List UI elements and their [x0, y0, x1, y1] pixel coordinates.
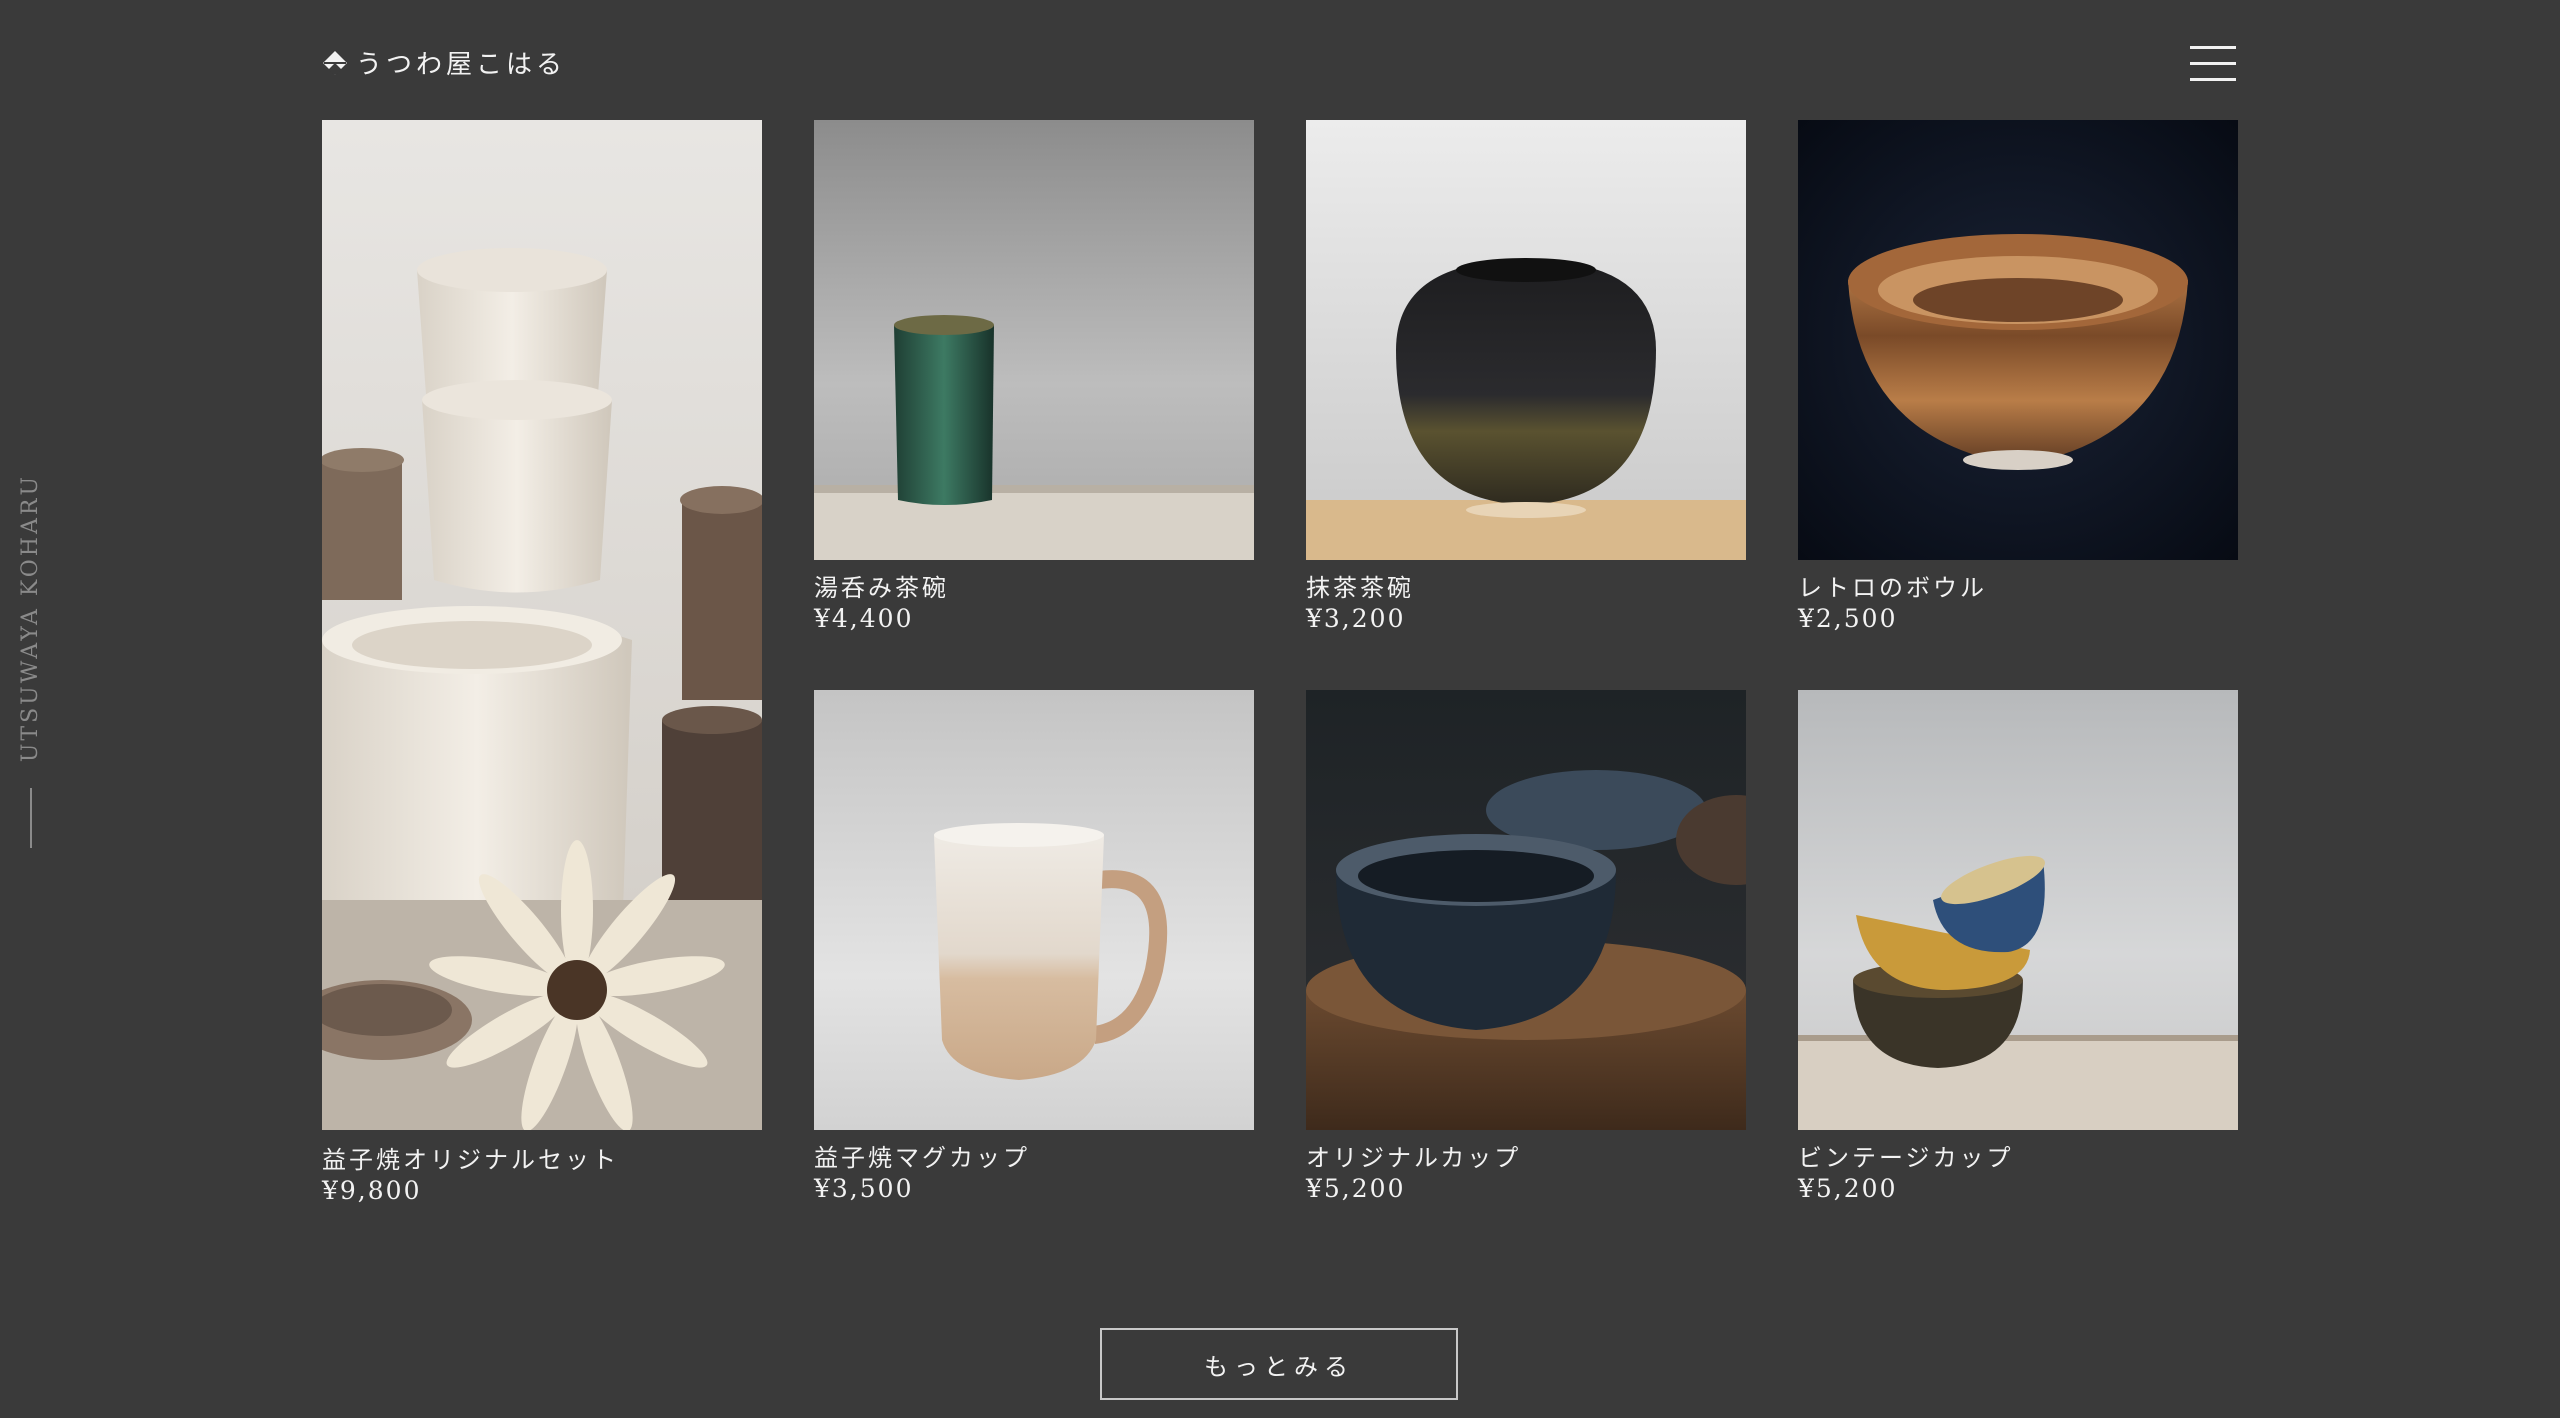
side-brand-text: UTSUWAYA KOHARU	[17, 473, 43, 763]
product-image[interactable]	[814, 690, 1254, 1130]
menu-line	[2190, 46, 2236, 49]
side-divider-line	[30, 788, 32, 848]
menu-line	[2190, 62, 2236, 65]
product-price: ¥9,800	[322, 1176, 422, 1205]
diamond-logo-icon	[320, 48, 350, 78]
product-price: ¥4,400	[814, 604, 914, 633]
product-price: ¥5,200	[1798, 1174, 1898, 1203]
product-price: ¥3,500	[814, 1174, 914, 1203]
product-price: ¥2,500	[1798, 604, 1898, 633]
product-card[interactable]: 益子焼オリジナルセット ¥9,800	[322, 120, 762, 1210]
product-card[interactable]: 湯呑み茶碗 ¥4,400	[814, 120, 1254, 640]
product-name[interactable]: 益子焼オリジナルセット	[322, 1140, 619, 1175]
product-image[interactable]	[1306, 690, 1746, 1130]
product-image[interactable]	[1798, 120, 2238, 560]
product-name[interactable]: ビンテージカップ	[1798, 1138, 2014, 1173]
logo-text: うつわ屋こはる	[356, 50, 567, 80]
product-image[interactable]	[1306, 120, 1746, 560]
hamburger-menu-button[interactable]	[2190, 44, 2238, 82]
product-name[interactable]: レトロのボウル	[1798, 568, 1987, 603]
product-image[interactable]	[322, 120, 762, 1130]
product-card[interactable]: オリジナルカップ ¥5,200	[1306, 690, 1746, 1210]
product-image[interactable]	[814, 120, 1254, 560]
product-card[interactable]: ビンテージカップ ¥5,200	[1798, 690, 2238, 1210]
product-price: ¥5,200	[1306, 1174, 1406, 1203]
product-name[interactable]: 益子焼マグカップ	[814, 1138, 1030, 1173]
site-logo[interactable]: うつわ屋こはる	[320, 44, 566, 81]
product-name[interactable]: オリジナルカップ	[1306, 1138, 1521, 1173]
product-name[interactable]: 湯呑み茶碗	[814, 568, 949, 603]
product-card[interactable]: レトロのボウル ¥2,500	[1798, 120, 2238, 640]
product-image[interactable]	[1798, 690, 2238, 1130]
product-card[interactable]: 益子焼マグカップ ¥3,500	[814, 690, 1254, 1210]
menu-line	[2190, 78, 2236, 81]
product-card[interactable]: 抹茶茶碗 ¥3,200	[1306, 120, 1746, 640]
more-button[interactable]: もっとみる	[1100, 1328, 1458, 1400]
product-price: ¥3,200	[1306, 604, 1406, 633]
product-name[interactable]: 抹茶茶碗	[1306, 568, 1414, 603]
side-brand: UTSUWAYA KOHARU	[12, 474, 48, 762]
page: うつわ屋こはる UTSUWAYA KOHARU 益子焼オリジナルセット ¥9,8…	[0, 0, 2560, 1418]
